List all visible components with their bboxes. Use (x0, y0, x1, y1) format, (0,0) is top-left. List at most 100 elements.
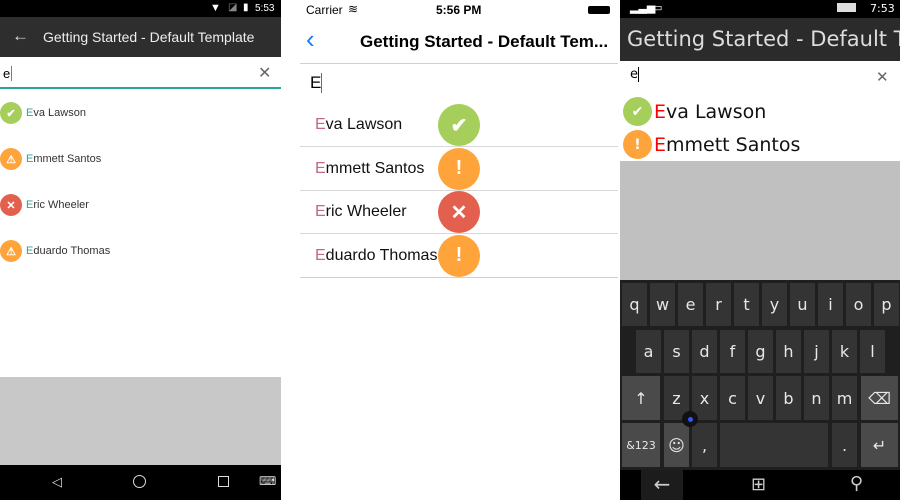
android-screen: ▼ ◪ ▮ 5:53 ← Getting Started - Default T… (0, 0, 281, 500)
list-item[interactable]: ✕ Eric Wheeler (0, 182, 281, 228)
search-value: E (310, 73, 323, 93)
on-screen-keyboard: q w e r t y u i o p a s d f g h j k l ↑ z x c v b n m ⌫ &123 ☺,. ↵ (620, 280, 900, 470)
recents-icon[interactable] (218, 476, 229, 487)
search-value: e (3, 66, 13, 81)
item-name: Eva Lawson (654, 101, 766, 123)
page-title: Getting Started - Default Template (627, 27, 900, 51)
key-k[interactable]: k (832, 330, 857, 373)
key-d[interactable]: d (692, 330, 717, 373)
key-s[interactable]: s (664, 330, 689, 373)
nav-bar: ← ⊞ ⚲ (620, 470, 900, 500)
clear-button[interactable]: ✕ (876, 68, 889, 86)
comma-key[interactable]: , (692, 423, 717, 467)
search-input[interactable]: e ✕ (0, 58, 281, 89)
back-button[interactable]: ← (12, 26, 29, 46)
match-highlight: E (315, 116, 326, 133)
status-time: 5:53 (255, 3, 275, 14)
backspace-key[interactable]: ⌫ (861, 376, 898, 420)
emoji-key[interactable]: ☺ (664, 423, 689, 467)
item-name: Eduardo Thomas (315, 247, 437, 265)
key-m[interactable]: m (832, 376, 857, 420)
key-b[interactable]: b (776, 376, 801, 420)
list-item[interactable]: Emmett Santos! (300, 147, 618, 191)
battery-icon: ▮ (243, 2, 249, 13)
key-q[interactable]: q (622, 283, 647, 326)
list-item[interactable]: ⚠ Eduardo Thomas (0, 228, 281, 274)
period-key[interactable]: . (832, 423, 857, 467)
toolbar: ← Getting Started - Default Template (0, 17, 281, 57)
empty-area (620, 161, 900, 280)
wifi-icon: ▼ (210, 2, 221, 14)
cursor-handle[interactable] (682, 411, 698, 427)
key-r[interactable]: r (706, 283, 731, 326)
status-icon-error: ✕ (0, 194, 22, 216)
message-icon: ▭ (652, 1, 663, 14)
wifi-icon: ≋ (348, 2, 359, 16)
back-nav-icon[interactable]: ← (641, 470, 683, 500)
key-h[interactable]: h (776, 330, 801, 373)
key-c[interactable]: c (720, 376, 745, 420)
keyboard-icon[interactable]: ⌨ (259, 474, 276, 488)
item-name-rest: mmett Santos (666, 134, 801, 156)
key-y[interactable]: y (762, 283, 787, 326)
item-name-rest: va Lawson (666, 101, 767, 123)
battery-icon (588, 6, 610, 14)
status-icon-success: ✔ (623, 97, 652, 126)
search-icon[interactable]: ⚲ (850, 473, 863, 494)
home-icon[interactable] (133, 475, 146, 488)
status-time: 7:53 (870, 2, 895, 15)
list-item[interactable]: ✔ Eva Lawson (620, 95, 900, 128)
key-v[interactable]: v (748, 376, 773, 420)
enter-key[interactable]: ↵ (861, 423, 898, 467)
status-icon-success: ✔ (0, 102, 22, 124)
list-item[interactable]: ✔ Eva Lawson (0, 90, 281, 136)
key-p[interactable]: p (874, 283, 899, 326)
key-u[interactable]: u (790, 283, 815, 326)
key-w[interactable]: w (650, 283, 675, 326)
item-name-rest: va Lawson (33, 107, 86, 119)
status-icon-success: ✔ (438, 104, 480, 146)
match-highlight: E (315, 246, 326, 264)
windows-start-icon[interactable]: ⊞ (751, 474, 766, 495)
key-l[interactable]: l (860, 330, 885, 373)
list-item[interactable]: Eduardo Thomas! (300, 234, 618, 278)
key-e[interactable]: e (678, 283, 703, 326)
shift-key[interactable]: ↑ (622, 376, 660, 420)
status-icon-error: ✕ (438, 191, 480, 233)
search-input[interactable]: E (300, 64, 618, 104)
item-name-rest: va Lawson (325, 116, 403, 133)
battery-icon (837, 3, 856, 12)
key-i[interactable]: i (818, 283, 843, 326)
search-input[interactable]: e ✕ (620, 61, 900, 93)
page-title: Getting Started - Default Template (43, 29, 255, 45)
key-f[interactable]: f (720, 330, 745, 373)
key-a[interactable]: a (636, 330, 661, 373)
key-j[interactable]: j (804, 330, 829, 373)
match-highlight: E (654, 134, 667, 156)
status-icon-warning: ! (438, 234, 480, 277)
page-title: Getting Started - Default Tem... (360, 32, 609, 51)
list-item[interactable]: ⚠ Emmett Santos (0, 136, 281, 182)
item-name-rest: duardo Thomas (325, 246, 438, 264)
list-item[interactable]: Eva Lawson ✔ (300, 104, 618, 147)
status-icon-warning: ⚠ (0, 240, 22, 262)
list-item[interactable]: ! Emmett Santos (620, 128, 900, 161)
back-button[interactable]: ‹ (306, 26, 315, 52)
match-highlight: E (315, 159, 326, 177)
key-t[interactable]: t (734, 283, 759, 326)
clear-button[interactable]: ✕ (258, 63, 271, 83)
empty-area (0, 377, 281, 465)
back-nav-icon[interactable]: ◁ (52, 474, 62, 490)
space-key[interactable] (720, 423, 828, 467)
status-icon-warning: ! (438, 147, 480, 190)
status-bar: ▂▃▅ ▭ 7:53 (620, 0, 900, 18)
list-item[interactable]: Eric Wheeler ✕ (300, 191, 618, 234)
numbers-key[interactable]: &123 (622, 423, 660, 467)
key-n[interactable]: n (804, 376, 829, 420)
windows-screen: ▂▃▅ ▭ 7:53 Getting Started - Default Tem… (620, 0, 900, 500)
key-o[interactable]: o (846, 283, 871, 326)
item-name-rest: duardo Thomas (33, 245, 111, 257)
nav-bar: ◁ ⌨ (0, 465, 281, 500)
key-g[interactable]: g (748, 330, 773, 373)
match-highlight: E (654, 101, 667, 123)
